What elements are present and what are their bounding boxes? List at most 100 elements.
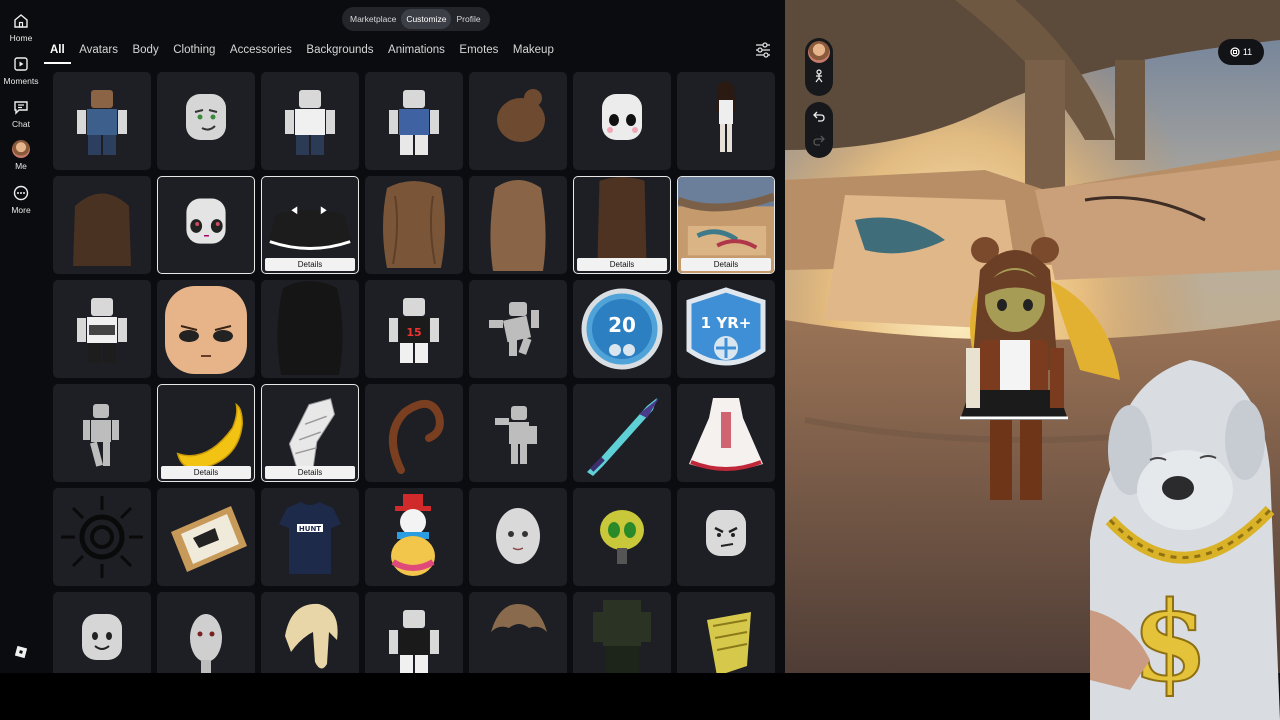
- item-tile-face-mask[interactable]: [573, 72, 671, 170]
- item-tile-alien[interactable]: [573, 488, 671, 586]
- item-tile-face-angry[interactable]: [677, 488, 775, 586]
- category-accessories[interactable]: Accessories: [230, 44, 292, 60]
- item-tile-badge-20[interactable]: 20: [573, 280, 671, 378]
- hair-wavy-thumbnail: [383, 181, 445, 268]
- robux-value: 11: [1242, 47, 1253, 57]
- hair-bun-thumbnail: [497, 89, 545, 142]
- item-tile-head-bald[interactable]: [469, 488, 567, 586]
- app-window: Home Moments Chat Me More Marketplace Cu…: [0, 0, 1280, 720]
- category-avatars[interactable]: Avatars: [79, 44, 118, 60]
- item-tile-snowman[interactable]: [365, 488, 463, 586]
- nav-moments[interactable]: Moments: [0, 54, 42, 86]
- more-icon: [11, 183, 31, 203]
- item-tile-avatar-doll[interactable]: [677, 72, 775, 170]
- item-tile-tail[interactable]: [365, 384, 463, 482]
- face-mask-thumbnail: [602, 94, 642, 140]
- tab-marketplace[interactable]: Marketplace: [345, 9, 401, 29]
- details-button[interactable]: Details: [265, 258, 355, 271]
- item-tile-head-man[interactable]: [157, 592, 255, 673]
- item-tile-avatar-vest[interactable]: [365, 72, 463, 170]
- category-body[interactable]: Body: [132, 44, 158, 60]
- tail-thumbnail: [388, 400, 444, 474]
- item-tile-avatar-black[interactable]: [365, 592, 463, 673]
- item-tile-hair-blonde[interactable]: [261, 592, 359, 673]
- avatar: [11, 139, 31, 159]
- bottom-letterbox: [0, 673, 1090, 720]
- anim-pose-thumbnail: [489, 302, 539, 356]
- item-tile-skirt[interactable]: Details: [261, 176, 359, 274]
- avatar-thumbnail-button[interactable]: [807, 40, 831, 64]
- item-tile-banana[interactable]: Details: [157, 384, 255, 482]
- filter-settings-icon[interactable]: [754, 42, 772, 58]
- nav-home[interactable]: Home: [0, 11, 42, 43]
- sword-thumbnail: [587, 398, 659, 476]
- item-tile-hair-back[interactable]: Details: [573, 176, 671, 274]
- top-segmented-control: Marketplace Customize Profile: [342, 7, 490, 31]
- frame-thumbnail: [171, 506, 247, 572]
- item-tile-dark-avatar[interactable]: [573, 592, 671, 673]
- nav-me[interactable]: Me: [0, 139, 42, 171]
- item-tile-tshirt-hunt[interactable]: HUNT: [261, 488, 359, 586]
- tab-profile[interactable]: Profile: [451, 9, 485, 29]
- redo-button[interactable]: [807, 128, 831, 152]
- details-button[interactable]: Details: [161, 466, 251, 479]
- item-tile-hair-short[interactable]: [469, 592, 567, 673]
- item-tile-hair-black[interactable]: [261, 280, 359, 378]
- category-emotes[interactable]: Emotes: [459, 44, 498, 60]
- item-tile-avatar-shirt[interactable]: [53, 280, 151, 378]
- item-tile-dress[interactable]: [677, 384, 775, 482]
- category-makeup[interactable]: Makeup: [513, 44, 554, 60]
- nav-more-label: More: [11, 205, 31, 215]
- category-clothing[interactable]: Clothing: [173, 44, 215, 60]
- avatar-vest-thumbnail: [389, 90, 439, 155]
- category-backgrounds[interactable]: Backgrounds: [306, 44, 373, 60]
- item-tile-avatar-white[interactable]: [261, 72, 359, 170]
- item-tile-hair-straight[interactable]: [469, 176, 567, 274]
- hair-long-brown-thumbnail: [73, 193, 131, 266]
- item-tile-frame[interactable]: [157, 488, 255, 586]
- tab-customize[interactable]: Customize: [401, 9, 452, 29]
- dark-avatar-thumbnail: [593, 600, 651, 673]
- face-smirk-thumbnail: [186, 94, 226, 140]
- item-tile-sword[interactable]: [573, 384, 671, 482]
- roblox-logo-icon[interactable]: [14, 645, 28, 659]
- item-tile-face-smirk[interactable]: [157, 72, 255, 170]
- left-nav-rail: Home Moments Chat Me More: [0, 0, 42, 673]
- category-all[interactable]: All: [44, 44, 71, 64]
- item-tile-avatar-15[interactable]: 15: [365, 280, 463, 378]
- avatar-shirt-thumbnail: [77, 298, 127, 363]
- item-tile-anim-pose[interactable]: [469, 280, 567, 378]
- undo-button[interactable]: [807, 104, 831, 128]
- pose-button[interactable]: [807, 64, 831, 88]
- item-tile-anim-pose3[interactable]: [469, 384, 567, 482]
- details-button[interactable]: Details: [681, 258, 771, 271]
- nav-me-label: Me: [15, 161, 27, 171]
- nav-chat[interactable]: Chat: [0, 97, 42, 129]
- anim-pose2-thumbnail: [83, 404, 119, 467]
- home-icon: [11, 11, 31, 31]
- item-tile-hair-long-brown[interactable]: [53, 176, 151, 274]
- item-tile-hair-bun[interactable]: [469, 72, 567, 170]
- item-tile-wing-yellow[interactable]: [677, 592, 775, 673]
- face-angry-thumbnail: [706, 510, 746, 556]
- item-tile-badge-1yr[interactable]: 1 YR+: [677, 280, 775, 378]
- item-tile-hair-wavy[interactable]: [365, 176, 463, 274]
- details-button[interactable]: Details: [265, 466, 355, 479]
- item-tile-bandage-arm[interactable]: Details: [261, 384, 359, 482]
- item-tile-anim-pose2[interactable]: [53, 384, 151, 482]
- avatar-black-thumbnail: [389, 610, 439, 673]
- chat-icon: [11, 97, 31, 117]
- details-button[interactable]: Details: [577, 258, 667, 271]
- robux-balance[interactable]: 11: [1218, 39, 1264, 65]
- anim-pose3-thumbnail: [495, 406, 537, 464]
- item-tile-avatar-blue[interactable]: [53, 72, 151, 170]
- hair-short-thumbnail: [491, 604, 547, 632]
- item-tile-face-classic[interactable]: [53, 592, 151, 673]
- item-tile-head-skin[interactable]: [157, 280, 255, 378]
- item-tile-spiral-seal[interactable]: [53, 488, 151, 586]
- item-tile-face-cute[interactable]: [157, 176, 255, 274]
- badge-20-text: 20: [608, 313, 636, 337]
- item-tile-bg-skatepark[interactable]: Details: [677, 176, 775, 274]
- category-animations[interactable]: Animations: [388, 44, 445, 60]
- nav-more[interactable]: More: [0, 183, 42, 215]
